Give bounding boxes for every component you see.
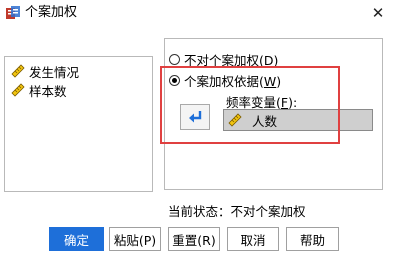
annotation-highlight-box — [160, 66, 340, 144]
help-button[interactable]: 帮助 — [286, 227, 339, 251]
variable-label: 发生情况 — [29, 64, 80, 80]
ruler-pencil-icon — [11, 83, 25, 97]
close-button[interactable]: ✕ — [370, 4, 386, 22]
title-bar: 个案加权 ✕ — [0, 0, 393, 28]
list-item-variable[interactable]: 发生情况 — [11, 62, 79, 80]
close-icon: ✕ — [371, 4, 385, 22]
app-icon — [6, 6, 20, 19]
current-status-text: 当前状态：不对个案加权 — [168, 204, 306, 219]
window-title: 个案加权 — [25, 5, 78, 20]
list-item-variable[interactable]: 样本数 — [11, 81, 67, 99]
paste-button[interactable]: 粘贴(P) — [109, 227, 161, 251]
ok-button[interactable]: 确定 — [49, 227, 104, 251]
cancel-button[interactable]: 取消 — [227, 227, 279, 251]
radio-button-unchecked[interactable] — [169, 54, 180, 65]
reset-button[interactable]: 重置(R) — [168, 227, 220, 251]
variable-list[interactable]: 发生情况 样本数 — [4, 56, 153, 192]
variable-label: 样本数 — [29, 83, 67, 99]
ruler-pencil-icon — [11, 64, 25, 78]
